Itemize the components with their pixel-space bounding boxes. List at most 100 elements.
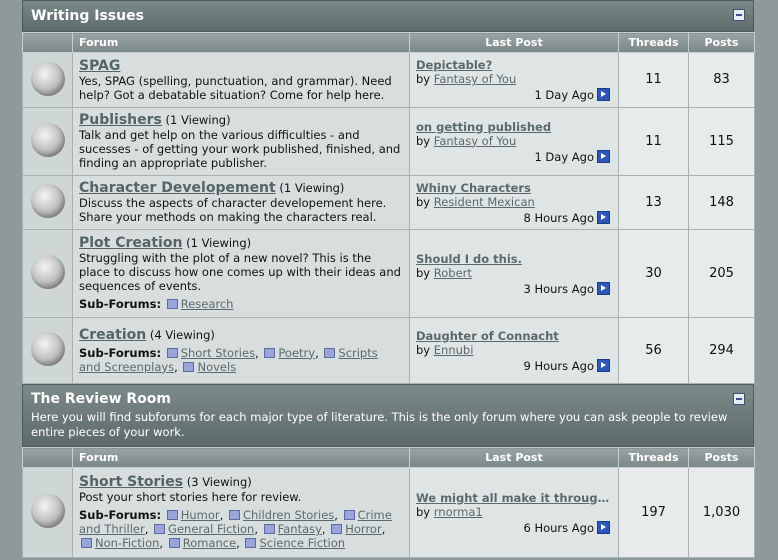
category-header-writing-issues: Writing Issues bbox=[22, 0, 754, 32]
forum-title[interactable]: Publishers bbox=[79, 112, 162, 128]
forum-title[interactable]: Short Stories bbox=[79, 474, 183, 490]
last-post-title[interactable]: on getting published bbox=[416, 120, 612, 134]
subforum-link[interactable]: General Fiction bbox=[168, 522, 254, 536]
subforum-link[interactable]: Romance bbox=[183, 536, 236, 550]
thread-count: 11 bbox=[618, 52, 689, 108]
subforum-link[interactable]: Humor bbox=[181, 508, 220, 522]
last-post-time: 9 Hours Ago bbox=[523, 358, 594, 373]
col-posts: Posts bbox=[688, 447, 755, 468]
forum-row-publishers: Publishers (1 Viewing) Talk and get help… bbox=[22, 107, 755, 176]
thread-count: 56 bbox=[618, 317, 689, 384]
go-to-last-post-icon[interactable] bbox=[597, 281, 610, 295]
subforum-link[interactable]: Non-Fiction bbox=[95, 536, 159, 550]
post-count: 83 bbox=[688, 52, 755, 108]
last-post: Should I do this. by Robert 3 Hours Ago bbox=[409, 229, 619, 318]
subforum-link[interactable]: Poetry bbox=[278, 346, 315, 360]
post-count: 205 bbox=[688, 229, 755, 318]
collapse-icon[interactable] bbox=[733, 9, 745, 21]
table-header-row: Forum Last Post Threads Posts bbox=[22, 32, 755, 53]
subforum-folder-icon bbox=[324, 347, 336, 358]
forum-row-plot-creation: Plot Creation (1 Viewing) Struggling wit… bbox=[22, 229, 755, 318]
forum-row-character-developement: Character Developement (1 Viewing) Discu… bbox=[22, 175, 755, 230]
last-post-author[interactable]: Fantasy of You bbox=[434, 72, 516, 86]
subforum-list: Sub-Forums: Research bbox=[79, 297, 234, 311]
last-post-title[interactable]: Depictable? bbox=[416, 58, 612, 72]
last-post-author[interactable]: Robert bbox=[434, 266, 472, 280]
subforum-link[interactable]: Horror bbox=[345, 522, 381, 536]
category-header-review-room: The Review Room Here you will find subfo… bbox=[22, 384, 754, 447]
subforum-link[interactable]: Research bbox=[181, 297, 234, 311]
subforum-link[interactable]: Short Stories bbox=[181, 346, 255, 360]
forum-list: Writing Issues Forum Last Post Threads P… bbox=[22, 0, 755, 558]
forum-description: Struggling with the plot of a new novel?… bbox=[79, 251, 401, 293]
last-post-title[interactable]: Should I do this. bbox=[416, 252, 612, 266]
table-header-row: Forum Last Post Threads Posts bbox=[22, 447, 755, 468]
go-to-last-post-icon[interactable] bbox=[597, 358, 610, 372]
thread-count: 197 bbox=[618, 467, 689, 558]
collapse-icon[interactable] bbox=[733, 393, 745, 405]
subforum-link[interactable]: Science Fiction bbox=[259, 536, 345, 550]
last-post-title[interactable]: Daughter of Connacht bbox=[416, 329, 612, 343]
viewing-count: (3 Viewing) bbox=[186, 475, 252, 489]
forum-title[interactable]: SPAG bbox=[79, 58, 120, 74]
last-post-time: 1 Day Ago bbox=[534, 88, 594, 102]
subforum-link[interactable]: Novels bbox=[197, 360, 236, 374]
forum-title[interactable]: Plot Creation bbox=[79, 235, 182, 251]
go-to-last-post-icon[interactable] bbox=[597, 88, 610, 101]
last-post-time: 1 Day Ago bbox=[534, 149, 594, 164]
category-title[interactable]: Writing Issues bbox=[31, 8, 144, 24]
col-forum: Forum bbox=[72, 447, 410, 468]
forum-description: Post your short stories here for review. bbox=[79, 490, 302, 504]
forum-status-icon bbox=[30, 494, 65, 528]
col-posts: Posts bbox=[688, 32, 755, 53]
last-post-title[interactable]: We might all make it through... bbox=[416, 491, 612, 505]
last-post-time: 3 Hours Ago bbox=[523, 281, 594, 296]
subforum-link[interactable]: Children Stories bbox=[243, 508, 334, 522]
post-count: 148 bbox=[688, 175, 755, 230]
viewing-count: (1 Viewing) bbox=[279, 181, 345, 195]
category-description: Here you will find subforums for each ma… bbox=[31, 410, 728, 439]
forum-description: Discuss the aspects of character develop… bbox=[79, 196, 387, 224]
subforum-folder-icon bbox=[166, 510, 178, 520]
subforum-folder-icon bbox=[228, 510, 240, 520]
last-post-author[interactable]: rnorma1 bbox=[434, 505, 483, 519]
last-post: on getting published by Fantasy of You 1… bbox=[409, 107, 619, 176]
last-post-author[interactable]: Fantasy of You bbox=[434, 134, 516, 148]
col-last-post: Last Post bbox=[409, 32, 619, 53]
last-post-author[interactable]: Ennubi bbox=[434, 343, 474, 357]
go-to-last-post-icon[interactable] bbox=[597, 210, 610, 224]
last-post: Whiny Characters by Resident Mexican 8 H… bbox=[409, 175, 619, 230]
thread-count: 13 bbox=[618, 175, 689, 230]
thread-count: 11 bbox=[618, 107, 689, 176]
last-post-author[interactable]: Resident Mexican bbox=[434, 195, 535, 209]
subforum-folder-icon bbox=[343, 510, 355, 520]
post-count: 294 bbox=[688, 317, 755, 384]
subforum-folder-icon bbox=[168, 538, 180, 548]
subforum-folder-icon bbox=[81, 538, 92, 548]
subforum-folder-icon bbox=[331, 524, 343, 534]
forum-status-icon bbox=[30, 255, 65, 289]
subforum-list: Sub-Forums: Short Stories, Poetry, Scrip… bbox=[79, 345, 378, 374]
subforum-folder-icon bbox=[264, 347, 276, 358]
subforum-folder-icon bbox=[183, 361, 195, 372]
go-to-last-post-icon[interactable] bbox=[597, 149, 610, 163]
last-post-title[interactable]: Whiny Characters bbox=[416, 181, 612, 195]
subforum-folder-icon bbox=[166, 299, 178, 309]
last-post-time: 8 Hours Ago bbox=[523, 210, 594, 225]
post-count: 1,030 bbox=[688, 467, 755, 558]
go-to-last-post-icon[interactable] bbox=[597, 520, 610, 534]
forum-row-short-stories: Short Stories (3 Viewing) Post your shor… bbox=[22, 467, 755, 558]
col-threads: Threads bbox=[618, 447, 689, 468]
last-post: We might all make it through... by rnorm… bbox=[409, 467, 619, 558]
category-title[interactable]: The Review Room bbox=[31, 391, 171, 407]
forum-status-icon bbox=[30, 61, 65, 96]
forum-title[interactable]: Creation bbox=[79, 327, 146, 343]
last-post: Daughter of Connacht by Ennubi 9 Hours A… bbox=[409, 317, 619, 384]
forum-status-icon bbox=[30, 332, 65, 366]
forum-description: Yes, SPAG (spelling, punctuation, and gr… bbox=[79, 73, 392, 102]
subforum-link[interactable]: Fantasy bbox=[278, 522, 322, 536]
forum-status-icon bbox=[30, 123, 65, 157]
forum-title[interactable]: Character Developement bbox=[79, 180, 276, 196]
last-post: Depictable? by Fantasy of You 1 Day Ago bbox=[409, 52, 619, 108]
col-last-post: Last Post bbox=[409, 447, 619, 468]
